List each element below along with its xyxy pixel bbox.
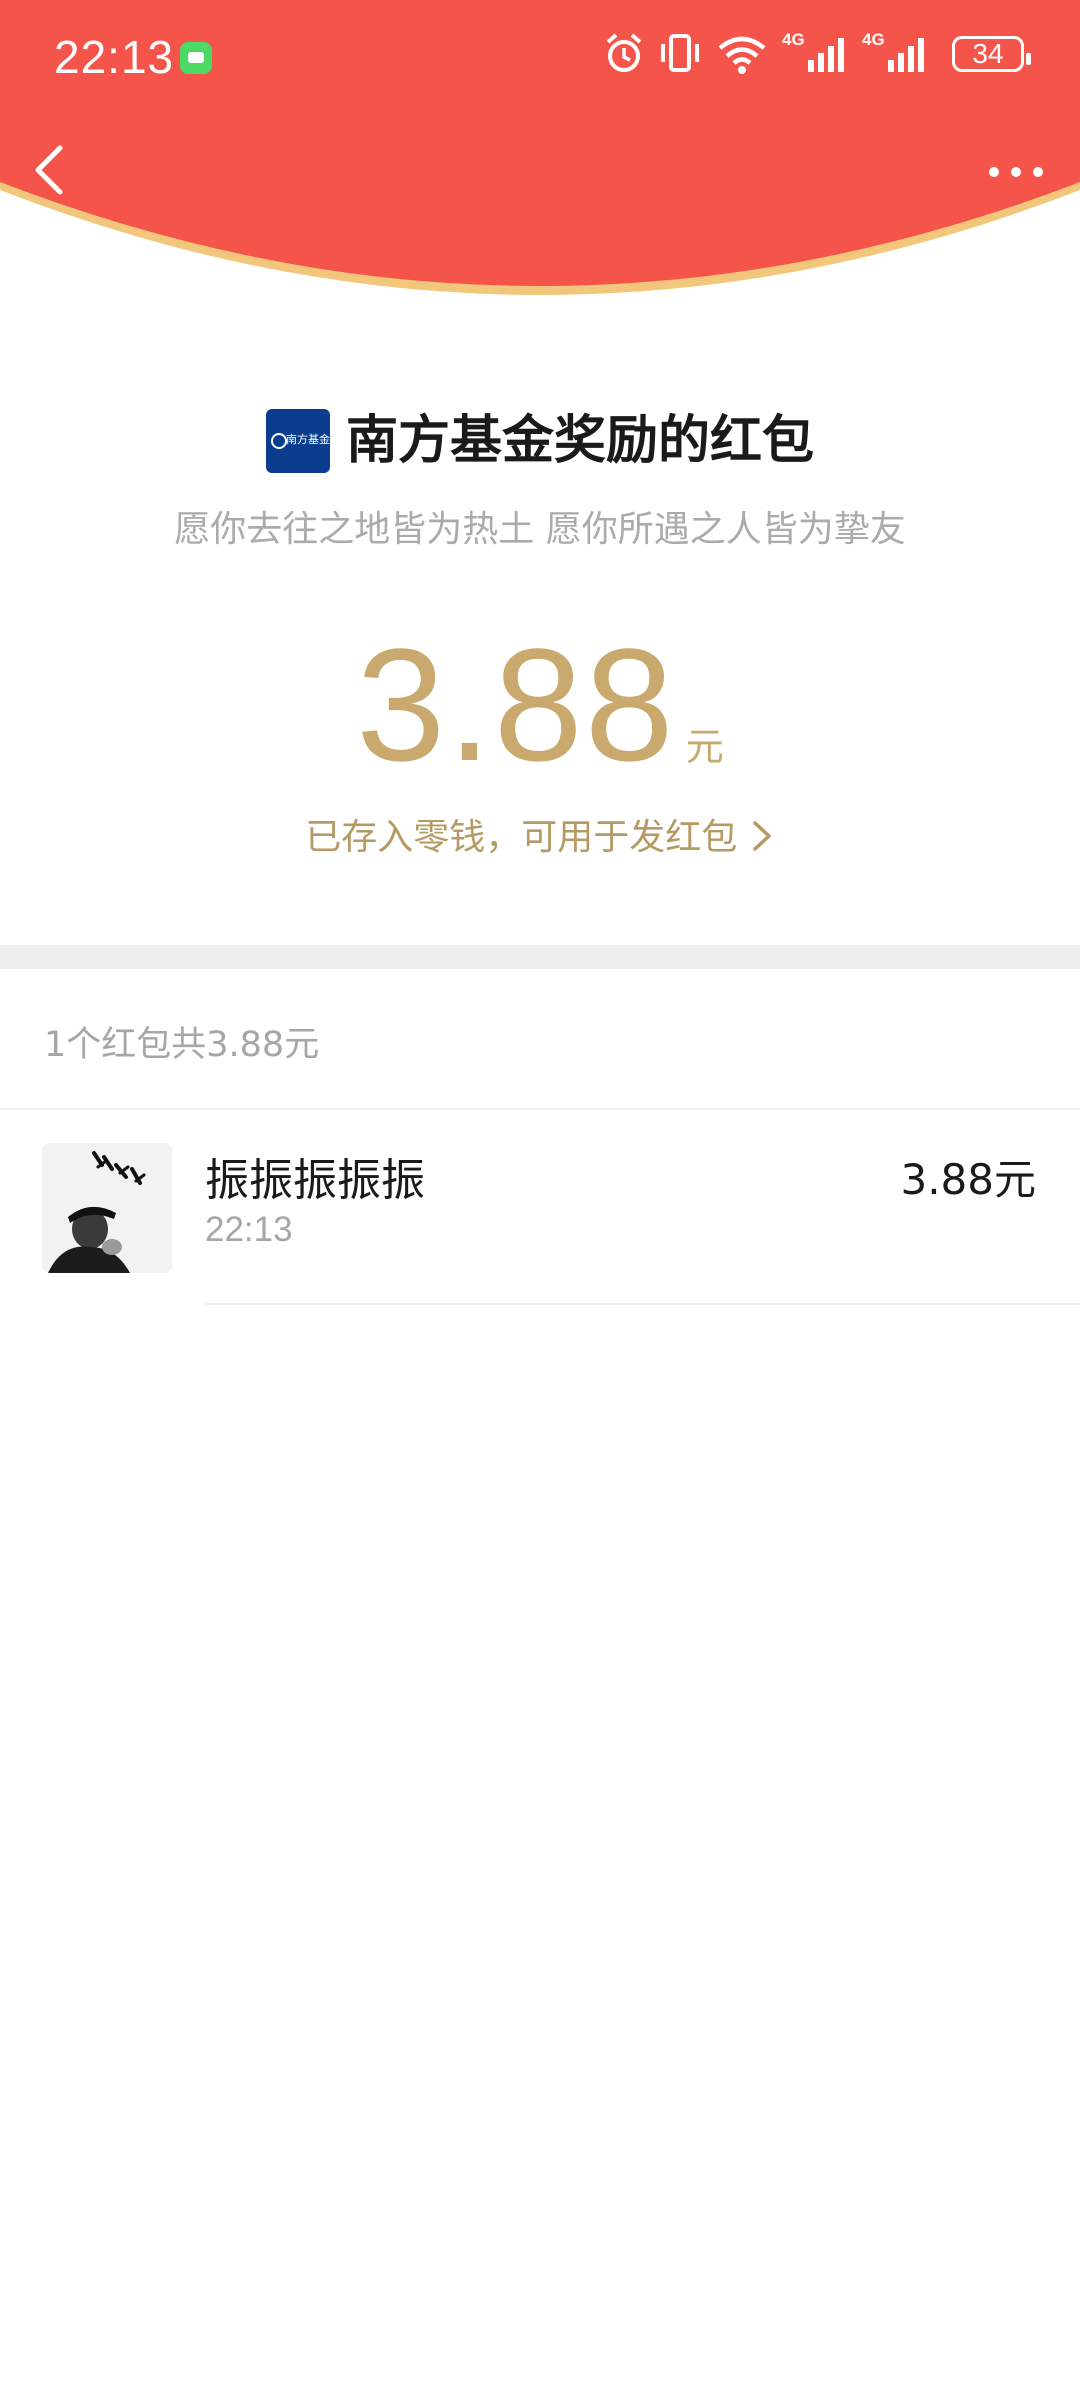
sender-row: 南方基金 南方基金奖励的红包 xyxy=(0,405,1080,485)
section-divider xyxy=(0,945,1080,969)
list-item[interactable]: 振振振振振 22:13 3.88元 xyxy=(0,1140,1080,1305)
battery-icon: 34 xyxy=(952,36,1031,72)
deposit-text: 已存入零钱，可用于发红包 xyxy=(305,817,738,858)
fund-logo: 南方基金 xyxy=(265,409,330,473)
vibrate-icon xyxy=(661,34,699,72)
status-bar: 22:13 4G 4G 34 xyxy=(0,0,1080,115)
avatar-image xyxy=(42,1143,172,1273)
message-app-icon xyxy=(180,42,212,74)
battery-level: 34 xyxy=(972,38,1004,69)
greeting-message: 愿你去往之地皆为热土 愿你所遇之人皆为挚友 xyxy=(174,509,906,550)
fund-logo-text: 南方基金 xyxy=(285,433,330,446)
avatar[interactable] xyxy=(42,1143,172,1273)
logo-ring-icon xyxy=(270,433,287,449)
alarm-icon xyxy=(606,33,642,72)
status-time: 22:13 xyxy=(54,31,175,83)
chevron-right-icon xyxy=(752,821,771,851)
signal-strength-1-icon: 4G xyxy=(782,30,852,76)
red-packet-header: 22:13 4G 4G 34 xyxy=(0,0,1080,330)
packet-summary: 1个红包共3.88元 xyxy=(44,1025,320,1065)
network-type-label: 4G xyxy=(782,30,805,49)
amount-unit: 元 xyxy=(685,725,724,769)
chevron-left-icon xyxy=(35,145,63,195)
wifi-icon xyxy=(718,36,766,74)
sender-title: 南方基金奖励的红包 xyxy=(345,411,814,471)
record-time: 22:13 xyxy=(205,1210,293,1249)
divider-line xyxy=(205,1303,1080,1305)
more-dots-icon xyxy=(989,167,1043,177)
record-name: 振振振振振 xyxy=(205,1155,425,1206)
amount-value: 3.88 xyxy=(356,615,676,794)
network-type-label: 4G xyxy=(862,30,885,49)
more-options-button[interactable] xyxy=(986,158,1046,186)
amount-display: 3.88 元 xyxy=(0,615,1080,795)
status-icons: 4G 4G 34 xyxy=(604,30,1031,82)
record-amount: 3.88元 xyxy=(900,1155,1036,1204)
divider-line xyxy=(0,1108,1080,1110)
back-button[interactable] xyxy=(26,140,76,200)
deposit-info-link[interactable]: 已存入零钱，可用于发红包 xyxy=(0,808,1080,860)
signal-strength-2-icon: 4G xyxy=(862,30,932,76)
